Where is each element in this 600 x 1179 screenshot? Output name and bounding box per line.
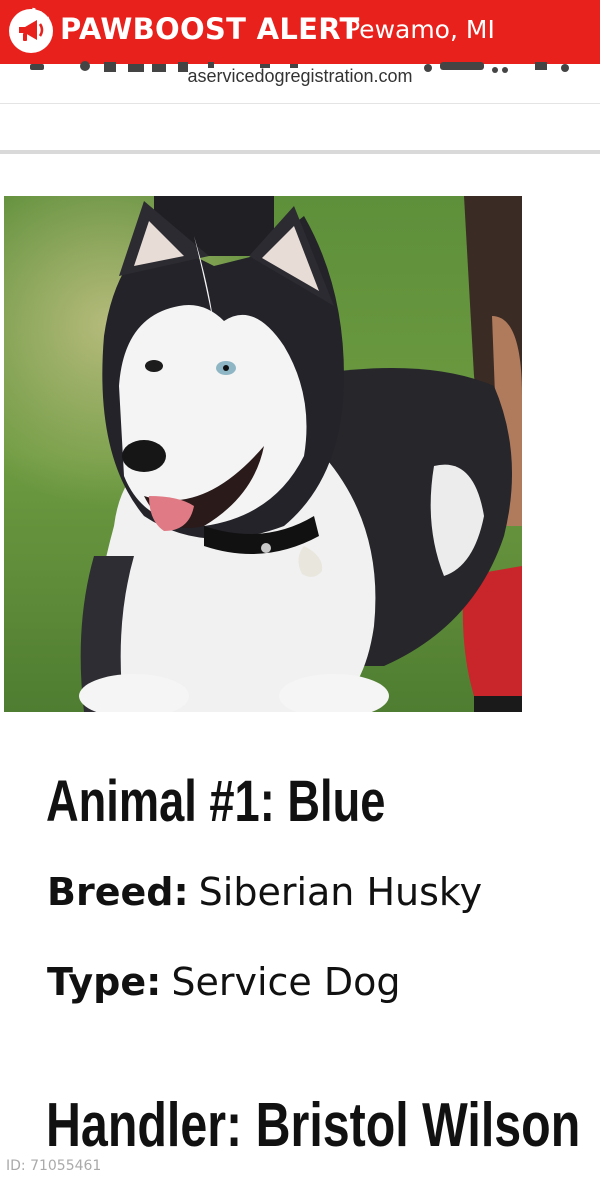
type-field: Type: Service Dog xyxy=(47,960,401,1004)
url-label[interactable]: aservicedogregistration.com xyxy=(0,66,600,87)
husky-illustration xyxy=(4,196,522,712)
alert-location: Pewamo, MI xyxy=(345,15,495,44)
husky-photo xyxy=(4,196,522,712)
type-label: Type: xyxy=(47,960,162,1004)
megaphone-icon xyxy=(9,7,53,53)
breed-field: Breed: Siberian Husky xyxy=(47,870,482,914)
divider xyxy=(0,150,600,154)
breed-label: Breed: xyxy=(47,870,189,914)
divider xyxy=(0,103,600,104)
handler-heading: Handler: Bristol Wilson xyxy=(46,1091,581,1160)
alert-title: PAWBOOST ALERT xyxy=(60,12,360,46)
type-value: Service Dog xyxy=(171,960,401,1004)
pawboost-alert-banner: PAWBOOST ALERT Pewamo, MI xyxy=(0,0,600,64)
breed-value: Siberian Husky xyxy=(198,870,483,914)
animal-heading: Animal #1: Blue xyxy=(46,769,386,834)
image-id-label: ID: 71055461 xyxy=(6,1158,102,1174)
